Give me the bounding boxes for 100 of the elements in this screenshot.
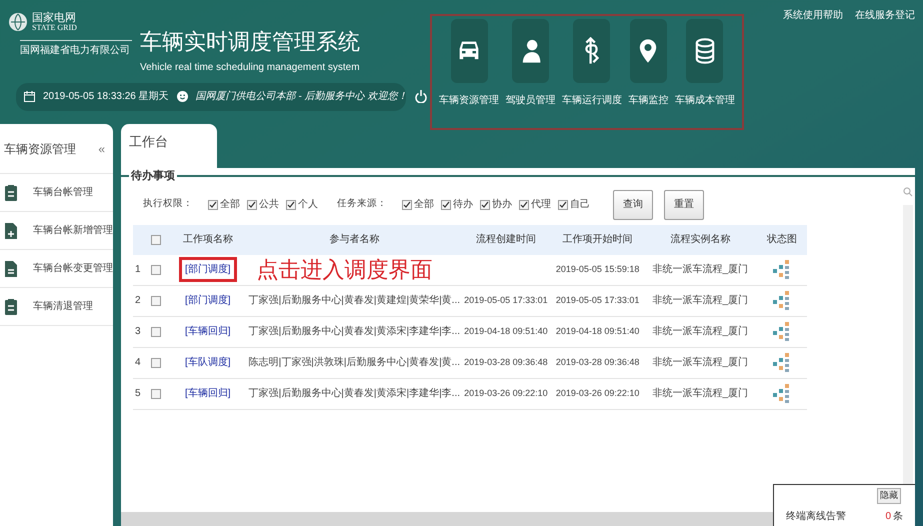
row-number: 5 xyxy=(134,387,142,401)
filter-checkbox[interactable] xyxy=(402,200,412,210)
globe-logo-icon xyxy=(8,12,28,32)
section-title: 待办事项 xyxy=(130,168,176,184)
checkbox-label: 全部 xyxy=(220,198,240,212)
filter-checkbox[interactable] xyxy=(519,200,529,210)
row-number: 4 xyxy=(134,356,142,370)
system-subtitle: Vehicle real time scheduling management system xyxy=(140,60,360,74)
row-checkbox[interactable] xyxy=(150,388,161,398)
table-cell-text: 2019-03-28 09:36:48 xyxy=(464,356,548,369)
flow-diagram-icon[interactable] xyxy=(773,260,792,280)
table-cell-text: 2019-03-28 09:36:48 xyxy=(556,356,640,369)
filter-checkbox[interactable] xyxy=(441,200,451,210)
flow-diagram-icon[interactable] xyxy=(773,290,792,310)
power-icon[interactable] xyxy=(415,90,428,103)
module-nav-button[interactable]: 车辆资源管理 xyxy=(439,18,500,128)
sidebar-item[interactable]: 车辆台帐管理 xyxy=(33,185,93,200)
filter-checkbox[interactable] xyxy=(286,200,296,210)
table-cell-text: 非统一派车流程_厦门 xyxy=(652,386,748,401)
filter-button[interactable]: 查询 xyxy=(613,190,653,220)
work-item-link[interactable]: [车辆回归] xyxy=(185,386,231,401)
filter-checkbox[interactable] xyxy=(480,200,490,210)
calendar-icon xyxy=(24,91,35,102)
document-plus-icon xyxy=(5,222,17,238)
table-cell-text: 丁家强|后勤服务中心|黄春发|黄添宋|李建华|李... xyxy=(248,324,460,339)
row-number: 2 xyxy=(134,294,142,308)
checkbox-label: 代理 xyxy=(531,198,551,212)
header-link[interactable]: 系统使用帮助 xyxy=(783,8,843,23)
table-cell-text: 非统一派车流程_厦门 xyxy=(652,294,748,308)
document-icon xyxy=(5,260,17,276)
alert-label: 终端离线告警 xyxy=(786,510,846,524)
checkbox-label: 自己 xyxy=(570,198,590,212)
module-nav-button[interactable]: 车辆成本管理 xyxy=(674,18,735,128)
module-nav-button[interactable]: 驾驶员管理 xyxy=(506,18,556,128)
filter-checkbox[interactable] xyxy=(558,200,568,210)
column-header: 工作项名称 xyxy=(182,233,234,247)
checkbox-label: 待办 xyxy=(453,198,473,212)
table-cell-text: 2019-05-05 15:59:18 xyxy=(556,262,640,276)
table-cell-text: 丁家强|后勤服务中心|黄春发|黄建煌|黄荣华|黄... xyxy=(248,294,460,308)
checkbox-label: 协办 xyxy=(492,198,512,212)
table-cell-text: 2019-05-05 17:33:01 xyxy=(464,294,548,307)
row-checkbox[interactable] xyxy=(150,326,161,336)
work-item-link[interactable]: [车辆回归] xyxy=(185,324,231,339)
table-cell-text: 2019-04-18 09:51:40 xyxy=(464,324,548,338)
flow-diagram-icon[interactable] xyxy=(773,384,792,404)
filter-checkbox[interactable] xyxy=(247,200,257,210)
table-cell-text: 陈志明|丁家强|洪敦珠|后勤服务中心|黄春发|黄... xyxy=(248,356,460,370)
row-checkbox[interactable] xyxy=(150,358,161,368)
select-all-checkbox[interactable] xyxy=(150,234,161,244)
clipboard-icon xyxy=(5,298,17,314)
welcome-text: 国网厦门供电公司本部 - 后勤服务中心 欢迎您！ xyxy=(196,90,408,104)
checkbox-label: 公共 xyxy=(259,198,279,212)
filter-label: 执行权限： xyxy=(143,197,193,212)
work-item-link[interactable]: [部门调度] xyxy=(185,293,231,308)
sidebar-title: 车辆资源管理 xyxy=(4,140,76,158)
row-number: 1 xyxy=(134,263,142,277)
table-cell-text: 2019-03-26 09:22:10 xyxy=(464,386,548,400)
module-nav-button[interactable]: 车辆监控 xyxy=(628,18,668,128)
work-item-link[interactable]: [车队调度] xyxy=(185,355,231,370)
column-header: 工作项开始时间 xyxy=(562,232,634,247)
checkbox-label: 个人 xyxy=(298,198,318,212)
table-cell-text: 丁家强|后勤服务中心|黄春发|黄添宋|李建华|李... xyxy=(248,386,460,401)
table-cell-text: 2019-05-05 17:33:01 xyxy=(556,294,640,307)
tab[interactable]: 工作台 xyxy=(121,124,217,168)
column-header: 流程实例名称 xyxy=(669,232,732,247)
column-header: 参与者名称 xyxy=(328,232,380,247)
alert-unit: 条 xyxy=(893,510,903,524)
flow-diagram-icon[interactable] xyxy=(773,352,792,372)
flow-diagram-icon[interactable] xyxy=(773,322,792,342)
module-nav-button[interactable]: 车辆运行调度 xyxy=(562,18,622,128)
route-arrows-icon xyxy=(584,37,599,65)
hide-button[interactable]: 隐藏 xyxy=(877,488,901,504)
column-header: 流程创建时间 xyxy=(474,232,537,247)
sidebar-item[interactable]: 车辆台帐变更管理 xyxy=(33,261,113,276)
zoom-icon[interactable] xyxy=(903,186,913,196)
table-cell-text: 2019-04-18 09:51:40 xyxy=(556,324,640,338)
clipboard-icon xyxy=(5,184,17,200)
checkbox-label: 全部 xyxy=(414,198,434,212)
filter-checkbox[interactable] xyxy=(208,200,218,210)
sidebar-item[interactable]: 车辆台帐新增管理 xyxy=(33,223,113,238)
table-cell-text: 2019-03-26 09:22:10 xyxy=(556,386,640,400)
row-checkbox[interactable] xyxy=(150,264,161,274)
row-number: 3 xyxy=(134,325,142,339)
system-title: 车辆实时调度管理系统 xyxy=(140,28,360,56)
table-cell-text: 非统一派车流程_厦门 xyxy=(652,356,748,370)
work-item-link[interactable]: [部门调度] xyxy=(185,262,231,277)
datetime-text: 2019-05-05 18:33:26 星期天 xyxy=(43,90,169,104)
alert-count: 0 xyxy=(885,510,891,524)
header-link[interactable]: 在线服务登记 xyxy=(855,8,915,23)
filter-label: 任务来源： xyxy=(337,197,387,212)
filter-button[interactable]: 重置 xyxy=(664,190,704,220)
sidebar-item[interactable]: 车辆清退管理 xyxy=(33,299,93,314)
logo-title: 国家电网 xyxy=(32,12,77,24)
annotation-text: 点击进入调度界面 xyxy=(256,258,433,280)
logo-subtitle: STATE GRID xyxy=(32,24,77,32)
row-checkbox[interactable] xyxy=(150,296,161,306)
column-header: 状态图 xyxy=(766,232,798,247)
collapse-button[interactable]: « xyxy=(98,140,109,158)
smiley-icon xyxy=(176,91,188,102)
company-name: 国网福建省电力有限公司 xyxy=(20,45,130,58)
